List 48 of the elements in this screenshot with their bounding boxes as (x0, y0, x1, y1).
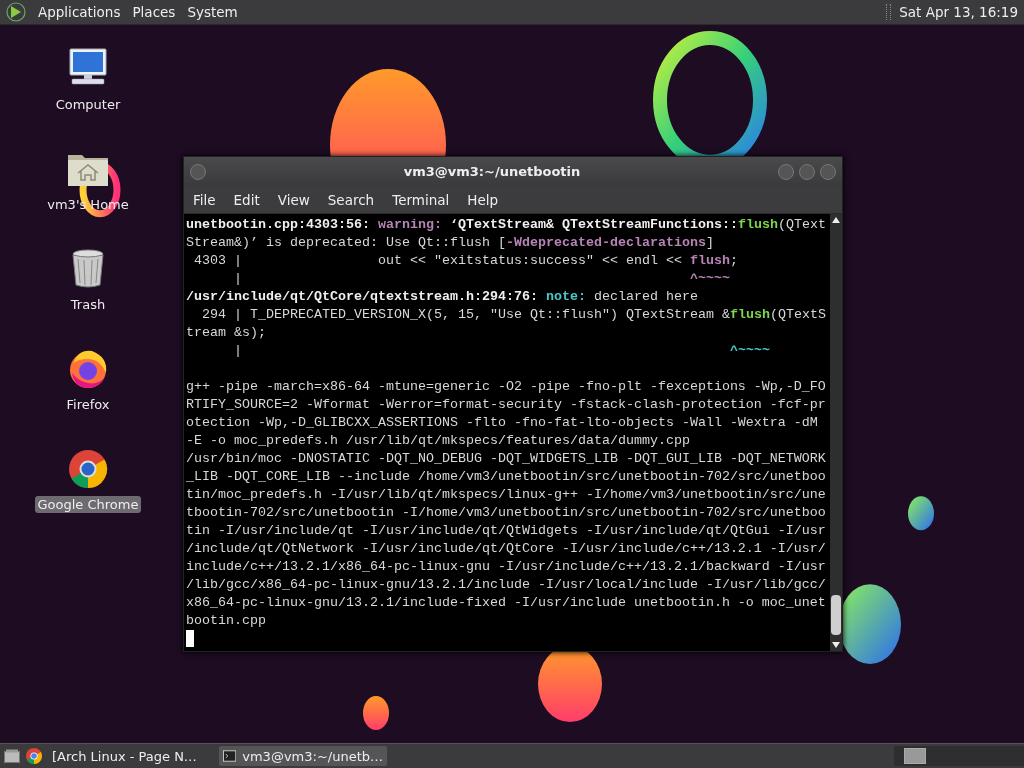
menu-item[interactable]: Help (458, 188, 508, 211)
terminal-line: | ^~~~~ (233, 342, 771, 360)
workspace-switcher[interactable] (894, 746, 1024, 766)
menu-item[interactable]: Edit (224, 188, 269, 211)
logo-icon[interactable] (6, 2, 26, 22)
chrome-icon[interactable] (26, 748, 42, 764)
terminal-line: tin -I/usr/include/qt -I/usr/include/qt/QtWidgets -I/usr/include/qt/QtGui -I/usr (186, 522, 827, 540)
terminal-line: RTIFY_SOURCE=2 -Wformat -Werror=format-security -fstack-clash-protection -fcf-pr (186, 396, 827, 414)
clock[interactable]: Sat Apr 13, 16:19 (899, 4, 1018, 20)
terminal-line: _LIB -DQT_CORE_LIB --include /home/vm3/unetbootin/src/unetbootin-702/src/unetboo (186, 468, 827, 486)
terminal-line: g++ -pipe -march=x86-64 -mtune=generic -O2 -pipe -fno-plt -fexceptions -Wp,-D_FO (186, 378, 827, 396)
terminal-icon (223, 750, 237, 762)
panel-menu[interactable]: System (187, 4, 238, 20)
text-cursor (186, 630, 194, 647)
terminal-line: include/c++/13.2.1/x86_64-pc-linux-gnu -I/usr/include/c++/13.2.1/backward -I/usr (186, 558, 827, 576)
terminal-line: 294 | T_DEPRECATED_VERSION_X(5, 15, "Use Qt::flush") QTextStream &flush(QTextS (201, 306, 827, 324)
desktop-icon-label[interactable]: Computer (52, 96, 124, 113)
terminal-line: bootin.cpp (186, 612, 267, 630)
panel-menu[interactable]: Applications (38, 4, 121, 20)
panel-handle[interactable] (886, 4, 892, 20)
desktop-icon-label[interactable]: Firefox (63, 396, 113, 413)
taskbar-button[interactable]: vm3@vm3:~/unetb… (219, 746, 387, 766)
terminal-line: -E -o moc_predefs.h /usr/lib/qt/mkspecs/features/data/dummy.cpp (186, 432, 691, 450)
terminal-line: /usr/bin/moc -DNOSTATIC -DQT_NO_DEBUG -DQT_WIDGETS_LIB -DQT_GUI_LIB -DQT_NETWORK (186, 450, 827, 468)
terminal-line: Stream&)’ is deprecated: Use Qt::flush [-Wdeprecated-declarations] (186, 234, 715, 252)
terminal-line: tin/moc_predefs.h -I/usr/lib/qt/mkspecs/linux-g++ -I/home/vm3/unetbootin/src/une (186, 486, 827, 504)
menu-item[interactable]: File (184, 188, 225, 211)
terminal-line: /include/qt/QtNetwork -I/usr/include/qt/QtCore -I/usr/include/c++/13.2.1 -I/usr/ (186, 540, 827, 558)
desktop-icon-label[interactable]: Google Chrome (34, 496, 142, 513)
scrollbar[interactable] (830, 214, 842, 651)
terminal-line: x86_64-pc-linux-gnu/13.2.1/include-fixed -I/usr/include unetbootin.h -o moc_unet (186, 594, 827, 612)
window-title: vm3@vm3:~/unetbootin (402, 164, 582, 179)
menu-item[interactable]: View (268, 188, 319, 211)
terminal-line: | ^~~~~ (233, 270, 731, 288)
terminal-line: /lib/gcc/x86_64-pc-linux-gnu/13.2.1/include -I/usr/local/include -I/usr/lib/gcc/ (186, 576, 827, 594)
terminal-line: /usr/include/qt/QtCore/qtextstream.h:294:76: note: declared here (186, 288, 699, 306)
show-desktop-icon[interactable] (4, 749, 20, 763)
panel-menu[interactable]: Places (132, 4, 176, 20)
scrollbar-thumb[interactable] (831, 595, 841, 635)
terminal-line: tbootin-702/src/unetbootin -I/home/vm3/unetbootin/src/unetbootin-702/src/unetboo (186, 504, 827, 522)
terminal-line: otection -Wp,-D_GLIBCXX_ASSERTIONS -flto -fno-fat-lto-objects -Wall -Wextra -dM (186, 414, 819, 432)
terminal-line: unetbootin.cpp:4303:56: warning: ‘QTextStream& QTextStreamFunctions::flush(QText (186, 216, 827, 234)
desktop-icon-label[interactable]: Trash (67, 296, 109, 313)
terminal-line: 4303 | out << "exitstatus:success" << endl << flush; (193, 252, 739, 270)
taskbar-button[interactable]: [Arch Linux - Page N… (48, 746, 216, 766)
menu-item[interactable]: Terminal (383, 188, 459, 211)
menu-item[interactable]: Search (318, 188, 384, 211)
terminal-line: tream &s); (186, 324, 267, 342)
